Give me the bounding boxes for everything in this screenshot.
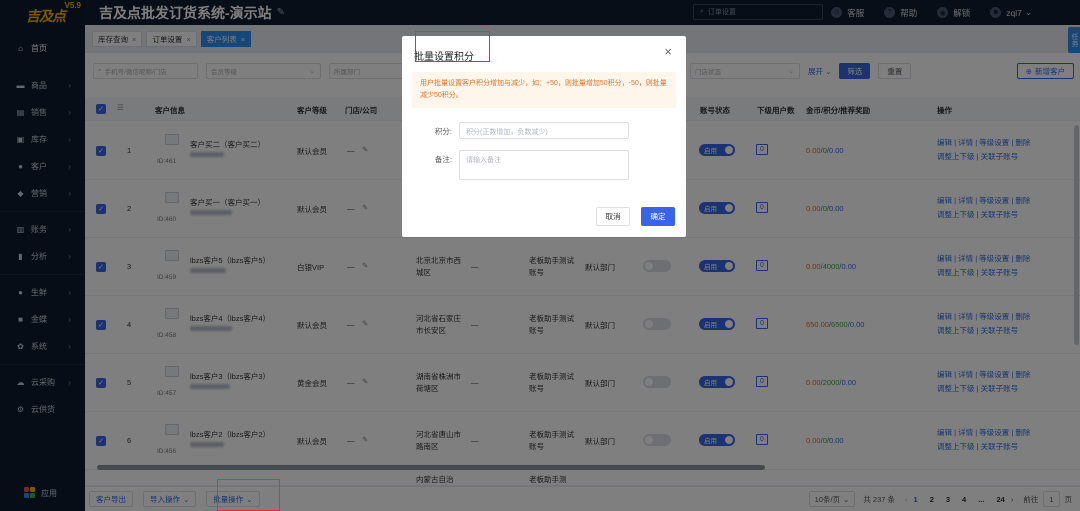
confirm-button[interactable]: 确定 — [641, 207, 675, 226]
batch-points-dialog: 批量设置积分 × 用户批量设置客户积分增加与减少，如：+50，则批量增加50积分… — [402, 36, 686, 237]
highlight-box-batch-button — [217, 479, 280, 511]
cancel-button[interactable]: 取消 — [596, 207, 630, 226]
dialog-tip: 用户批量设置客户积分增加与减少，如：+50，则批量增加50积分，-50，则批量减… — [412, 72, 676, 108]
remark-label: 备注: — [434, 155, 452, 164]
remark-textarea[interactable]: 请输入备注 — [459, 150, 629, 180]
highlight-box-dialog-title — [415, 31, 490, 62]
score-input[interactable]: 积分(正数增加，负数减少) — [459, 122, 629, 139]
score-label: 积分: — [434, 127, 452, 136]
close-icon[interactable]: × — [664, 44, 672, 59]
